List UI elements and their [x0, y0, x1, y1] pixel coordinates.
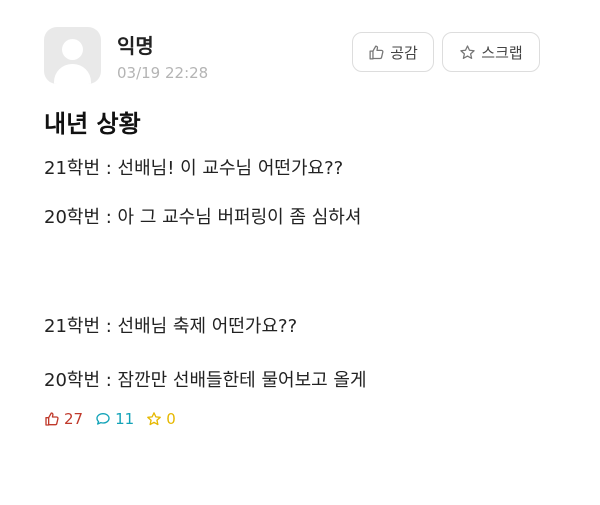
post-title: 내년 상황: [44, 110, 141, 138]
thumbs-up-icon: [44, 411, 60, 427]
post-line: 21학번 : 선배님 축제 어떤가요??: [44, 316, 298, 337]
post-date: 03/19 22:28: [117, 64, 209, 82]
post-line: 20학번 : 잠깐만 선배들한테 물어보고 올게: [44, 370, 367, 391]
star-icon: [459, 44, 476, 61]
like-count-value: 27: [64, 410, 84, 428]
post-line: 21학번 : 선배님! 이 교수님 어떤가요??: [44, 158, 344, 179]
post-stats: 27 11 0: [44, 408, 188, 430]
post-card: 익명 03/19 22:28 공감 스크랩 내년 상황 21학번 : 선배님! …: [0, 0, 600, 505]
like-button-label: 공감: [390, 43, 418, 62]
avatar: [44, 27, 101, 84]
scrap-count-value: 0: [166, 410, 176, 428]
avatar-body: [54, 64, 91, 84]
speech-bubble-icon: [95, 411, 111, 427]
comment-count: 11: [95, 410, 134, 428]
scrap-button[interactable]: 스크랩: [442, 32, 540, 72]
star-icon: [146, 411, 162, 427]
scrap-button-label: 스크랩: [481, 43, 523, 62]
scrap-count: 0: [146, 410, 176, 428]
comment-count-value: 11: [115, 410, 135, 428]
avatar-head: [62, 39, 83, 60]
thumbs-up-icon: [368, 44, 385, 61]
post-line: 20학번 : 아 그 교수님 버퍼링이 좀 심하셔: [44, 207, 362, 228]
like-button[interactable]: 공감: [352, 32, 434, 72]
like-count: 27: [44, 410, 83, 428]
author-name: 익명: [117, 34, 154, 58]
